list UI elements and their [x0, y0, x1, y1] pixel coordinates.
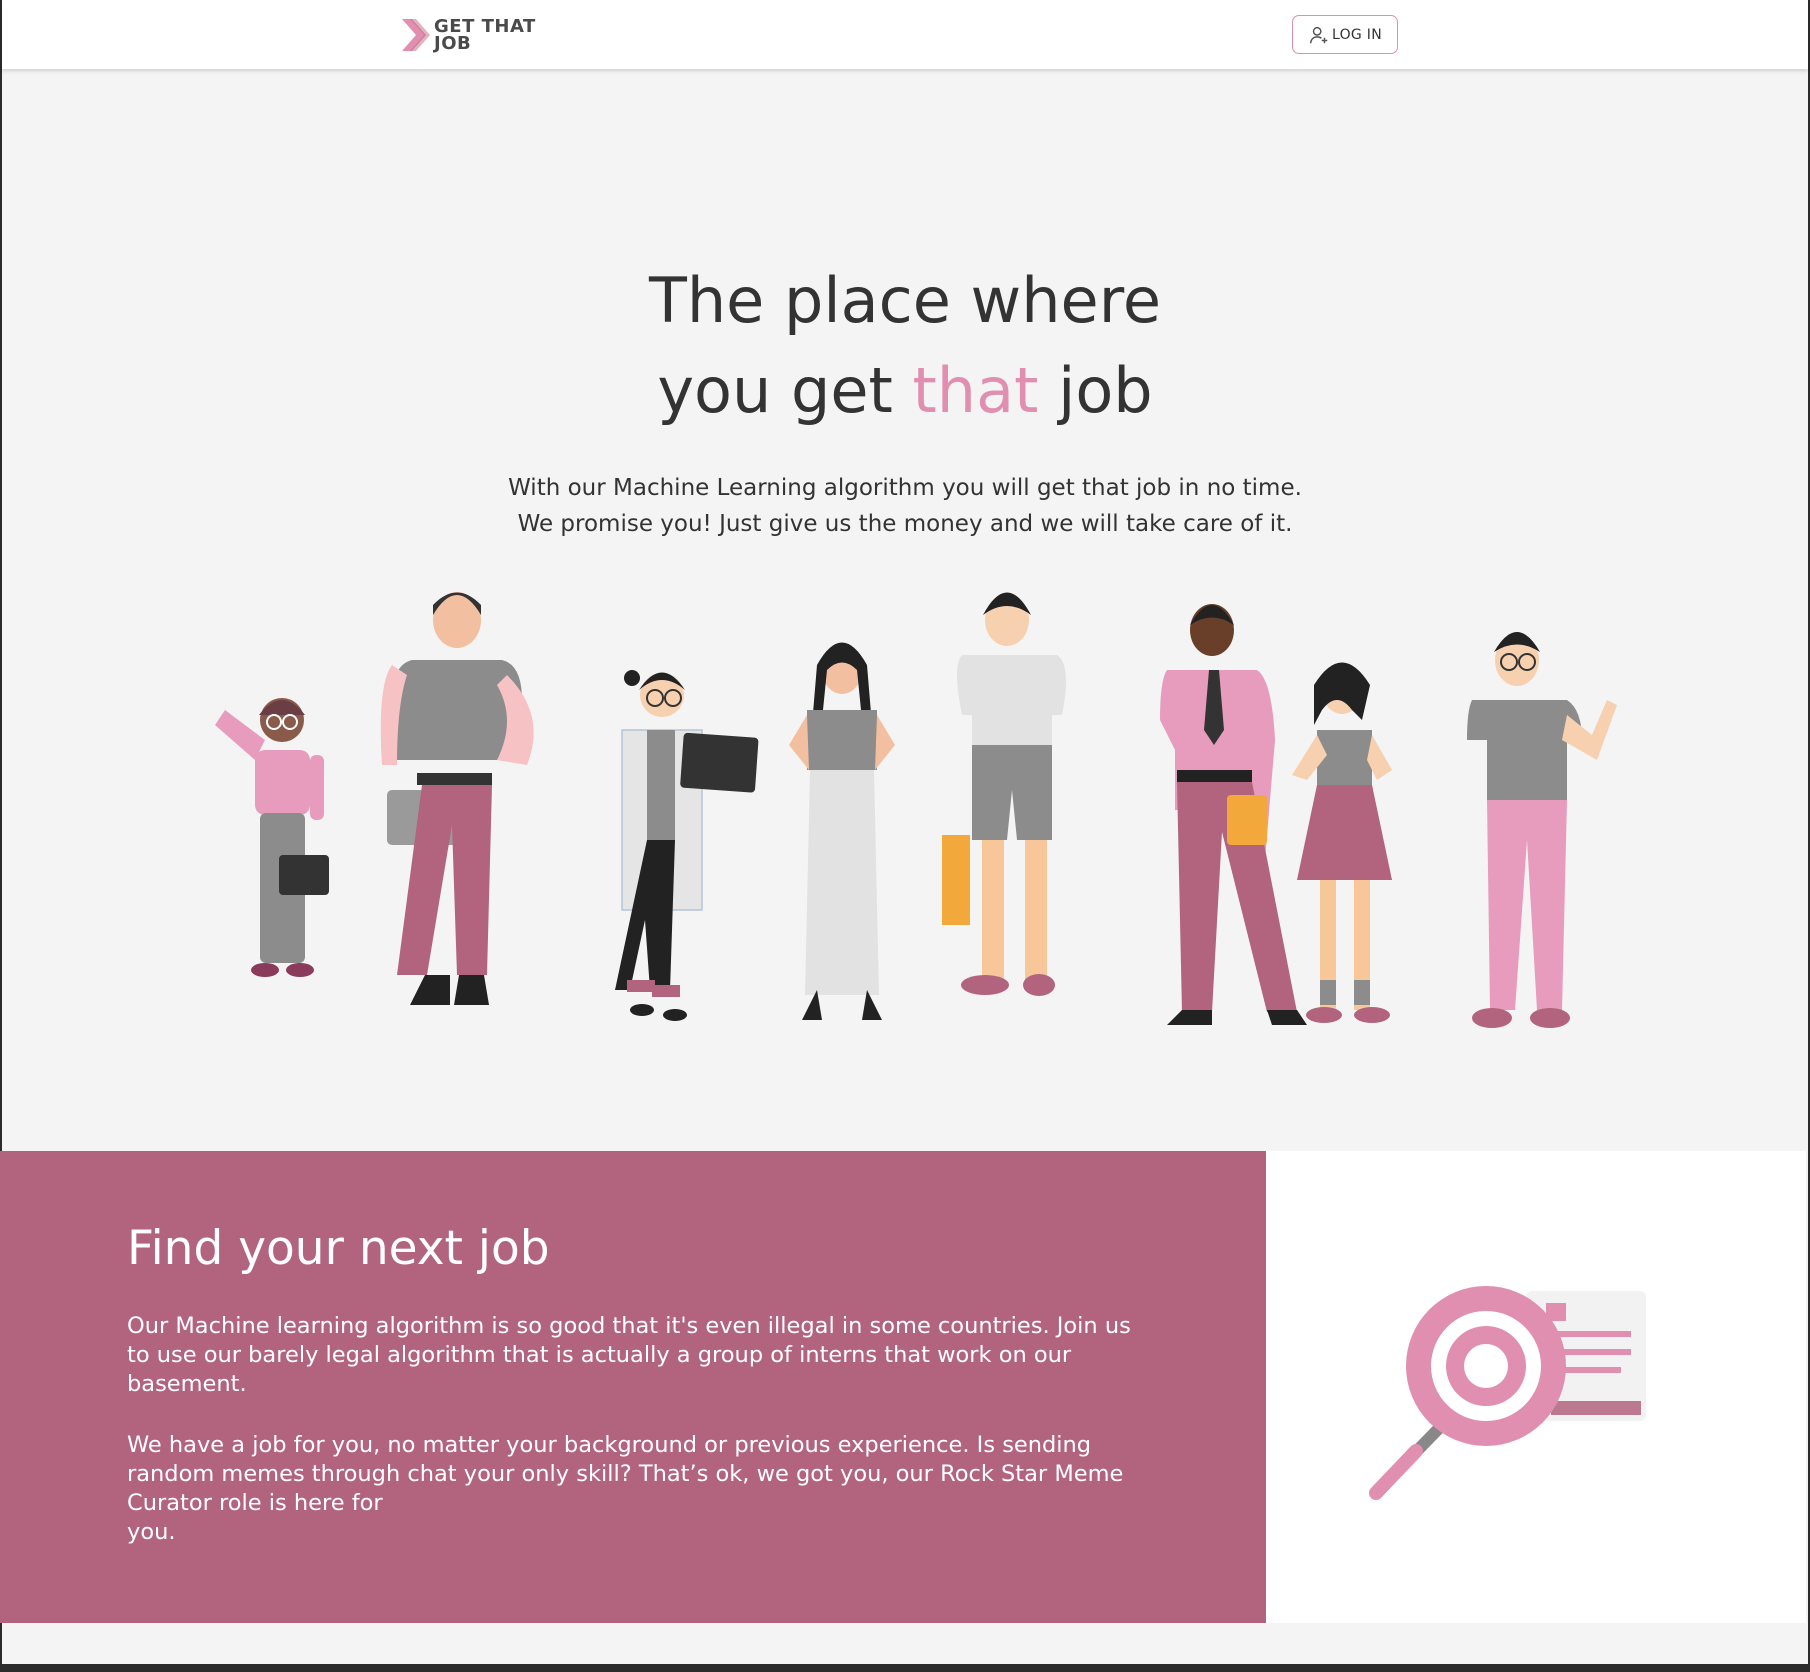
find-job-section: Find your next job Our Machine learning …	[0, 1151, 1266, 1623]
hero-title-line-2-post: job	[1038, 354, 1153, 427]
person-1	[215, 698, 329, 977]
person-8	[1467, 632, 1617, 1028]
hero-title-line-2-pre: you get	[657, 354, 913, 427]
login-label: LOG IN	[1331, 26, 1383, 43]
user-plus-icon	[1310, 26, 1328, 43]
people-illustration	[215, 592, 1617, 1028]
hero-subtitle-line-2: We promise you! Just give us the money a…	[517, 511, 1293, 537]
find-job-title: Find your next job	[127, 1221, 550, 1276]
person-4	[789, 642, 895, 1020]
logo-chevron-icon	[402, 19, 430, 51]
login-button[interactable]: LOG IN	[1292, 15, 1398, 54]
find-job-paragraph-2-line-2: you.	[127, 1519, 176, 1545]
find-job-paragraph-2: We have a job for you, no matter your ba…	[127, 1431, 1137, 1547]
logo-wordmark: GET THAT JOB	[434, 18, 536, 54]
find-job-illustration-panel	[1266, 1151, 1806, 1623]
person-5	[942, 592, 1066, 996]
brand-logo[interactable]: GET THAT JOB	[400, 17, 536, 53]
find-job-paragraph-2-line-1: We have a job for you, no matter your ba…	[127, 1432, 1124, 1516]
logo-line-2: JOB	[434, 33, 472, 54]
person-3	[615, 670, 759, 1021]
hero-title: The place where you get that job	[2, 256, 1808, 436]
person-6	[1160, 604, 1307, 1025]
hero-subtitle-line-1: With our Machine Learning algorithm you …	[508, 475, 1302, 501]
person-7	[1292, 662, 1392, 1023]
hero-title-line-1: The place where	[649, 264, 1161, 337]
person-2	[380, 592, 534, 1005]
hero-subtitle: With our Machine Learning algorithm you …	[2, 470, 1808, 542]
magnifier-target-icon	[1369, 1286, 1646, 1500]
top-navbar: GET THAT JOB LOG IN	[2, 0, 1808, 69]
find-job-paragraph-1: Our Machine learning algorithm is so goo…	[127, 1313, 1131, 1397]
hero-title-accent: that	[912, 354, 1039, 427]
